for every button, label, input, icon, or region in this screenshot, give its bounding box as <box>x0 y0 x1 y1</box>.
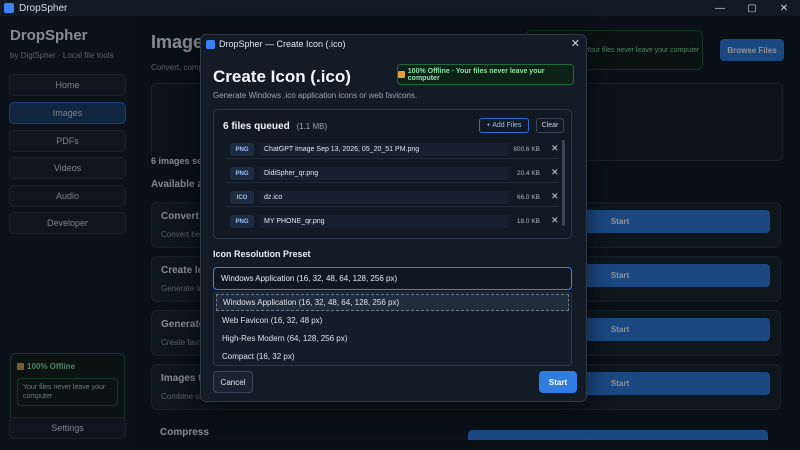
file-size: 66.0 KB <box>516 194 540 201</box>
dialog-titlebar: DropSpher — Create Icon (.ico) <box>201 35 586 53</box>
preset-option[interactable]: Compact (16, 32 px) <box>216 348 569 365</box>
remove-file-icon[interactable]: ✕ <box>551 191 559 202</box>
dialog-window-title: DropSpher — Create Icon (.ico) <box>219 39 346 49</box>
app-logo-icon <box>4 3 14 13</box>
file-type-badge: ICO <box>230 191 254 204</box>
queue-scrollbar[interactable] <box>562 140 565 226</box>
preset-select[interactable]: Windows Application (16, 32, 48, 64, 128… <box>213 267 572 290</box>
queue-title: 6 files queued (1.1 MB) <box>223 121 327 132</box>
offline-badge-text: 100% Offline · Your files never leave yo… <box>407 67 545 82</box>
file-row: ICO dz.ico 66.0 KB ✕ <box>226 188 559 207</box>
preset-label: Icon Resolution Preset <box>213 249 311 259</box>
dialog-description: Generate Windows .ico application icons … <box>213 91 418 100</box>
minimize-button[interactable]: — <box>704 0 736 16</box>
remove-file-icon[interactable]: ✕ <box>551 143 559 154</box>
preset-option[interactable]: High-Res Modern (64, 128, 256 px) <box>216 330 569 347</box>
file-name: dz.ico <box>260 191 508 204</box>
window-controls: — ▢ ✕ <box>704 0 800 16</box>
file-size: 20.4 KB <box>516 170 540 177</box>
remove-file-icon[interactable]: ✕ <box>551 167 559 178</box>
clear-button[interactable]: Clear <box>536 118 564 133</box>
maximize-button[interactable]: ▢ <box>736 0 768 16</box>
file-name: ChatGPT Image Sep 13, 2026, 05_20_51 PM.… <box>260 143 508 156</box>
create-icon-dialog: DropSpher — Create Icon (.ico) ✕ Create … <box>200 34 587 402</box>
cancel-button[interactable]: Cancel <box>213 371 253 393</box>
queue-size: (1.1 MB) <box>296 122 328 131</box>
file-row: PNG MY PHONE_qr.png 18.0 KB ✕ <box>226 212 559 231</box>
preset-option[interactable]: Web Favicon (16, 32, 48 px) <box>216 312 569 329</box>
file-size: 800.6 KB <box>513 146 540 153</box>
file-type-badge: PNG <box>230 143 254 156</box>
dialog-heading: Create Icon (.ico) <box>213 67 351 86</box>
app-window-title: DropSpher <box>19 2 68 14</box>
close-window-button[interactable]: ✕ <box>768 0 800 16</box>
add-files-button[interactable]: + Add Files <box>479 118 529 133</box>
start-button[interactable]: Start <box>539 371 577 393</box>
file-type-badge: PNG <box>230 167 254 180</box>
file-name: DidiSpher_qr.png <box>260 167 508 180</box>
file-type-badge: PNG <box>230 215 254 228</box>
preset-dropdown: Windows Application (16, 32, 48, 64, 128… <box>213 292 572 366</box>
file-row: PNG ChatGPT Image Sep 13, 2026, 05_20_51… <box>226 140 559 159</box>
preset-option[interactable]: Windows Application (16, 32, 48, 64, 128… <box>216 294 569 311</box>
file-name: MY PHONE_qr.png <box>260 215 508 228</box>
file-size: 18.0 KB <box>516 218 540 225</box>
offline-badge: 100% Offline · Your files never leave yo… <box>397 64 574 85</box>
close-icon[interactable]: ✕ <box>571 37 580 50</box>
remove-file-icon[interactable]: ✕ <box>551 215 559 226</box>
queue-count: 6 files queued <box>223 121 290 132</box>
lock-icon <box>398 71 405 78</box>
file-row: PNG DidiSpher_qr.png 20.4 KB ✕ <box>226 164 559 183</box>
app-titlebar: DropSpher — ▢ ✕ <box>0 0 800 16</box>
app-logo-icon <box>206 39 215 49</box>
file-queue: 6 files queued (1.1 MB) + Add Files Clea… <box>213 109 572 239</box>
